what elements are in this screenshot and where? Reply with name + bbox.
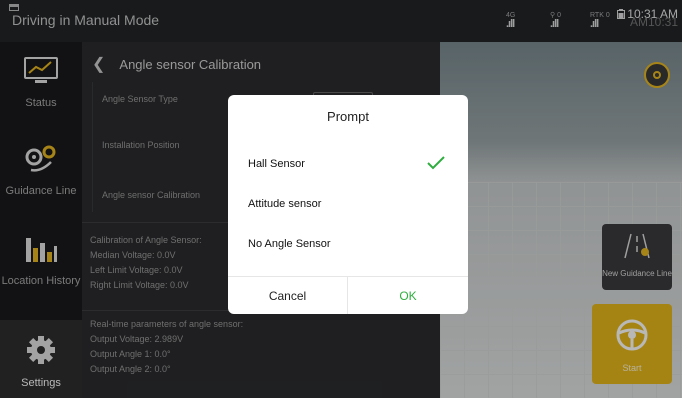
option-label: No Angle Sensor — [248, 238, 331, 250]
option-hall-sensor[interactable]: Hall Sensor — [228, 145, 468, 185]
prompt-dialog: Prompt Hall Sensor Attitude sensor No An… — [228, 95, 468, 314]
ok-button[interactable]: OK — [348, 277, 468, 314]
checkmark-icon — [427, 156, 445, 170]
cancel-button[interactable]: Cancel — [228, 277, 348, 314]
dialog-footer: Cancel OK — [228, 276, 468, 314]
option-label: Hall Sensor — [248, 158, 305, 170]
option-no-angle-sensor[interactable]: No Angle Sensor — [228, 225, 468, 265]
dialog-title: Prompt — [327, 109, 369, 124]
option-attitude-sensor[interactable]: Attitude sensor — [228, 185, 468, 225]
option-label: Attitude sensor — [248, 198, 322, 210]
